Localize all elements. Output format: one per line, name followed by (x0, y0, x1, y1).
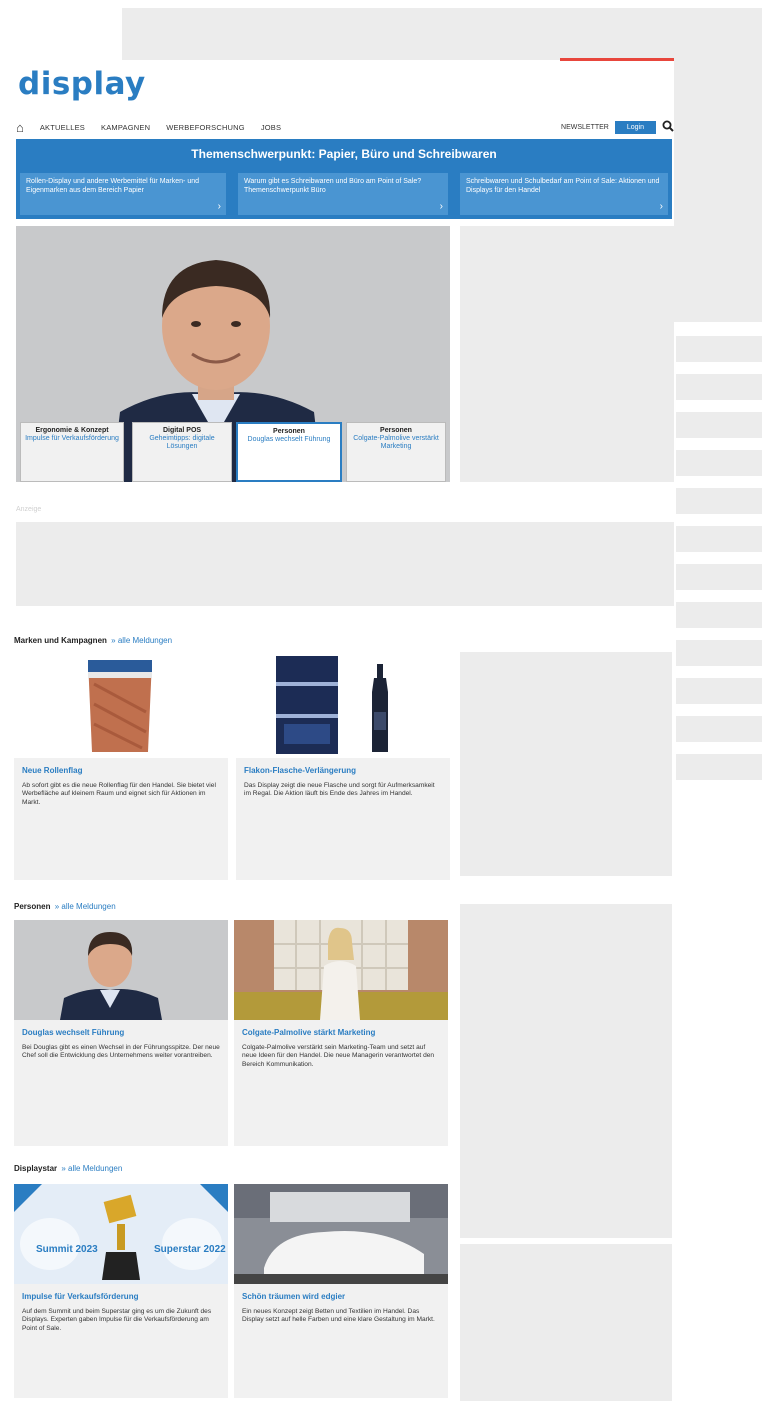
article-teaser: Auf dem Summit und beim Superstar ging e… (22, 1308, 212, 1332)
skyscraper-stripe (676, 716, 762, 742)
skyscraper-stripe (676, 450, 762, 476)
skyscraper-stripe (676, 412, 762, 438)
nav-item-werbeforschung[interactable]: Werbeforschung (166, 123, 245, 132)
chevron-right-icon: › (439, 201, 443, 212)
hero-tab-active[interactable]: Personen Douglas wechselt Führung (236, 422, 342, 482)
article-image (234, 920, 448, 1020)
sidebar-ad[interactable] (460, 904, 672, 1238)
skyscraper-stripe (676, 374, 762, 400)
all-news-link[interactable]: » alle Meldungen (61, 1164, 122, 1173)
section-heading-people: Personen » alle Meldungen (14, 902, 116, 911)
article-title[interactable]: Douglas wechselt Führung (14, 1020, 228, 1038)
section-heading-displaystar: Displaystar » alle Meldungen (14, 1164, 122, 1173)
ad-accent-line (560, 58, 674, 61)
hero-tab[interactable]: Personen Colgate-Palmolive verstärkt Mar… (346, 422, 446, 482)
all-news-link[interactable]: » alle Meldungen (111, 636, 172, 645)
focus-topic-bar: Themenschwerpunkt: Papier, Büro und Schr… (16, 139, 672, 219)
hero-tab-kicker: Digital POS (162, 427, 202, 434)
section-heading-campaigns: Marken und Kampagnen » alle Meldungen (14, 636, 172, 645)
section-title: Marken und Kampagnen (14, 636, 107, 645)
nav-item-jobs[interactable]: Jobs (261, 123, 281, 132)
skyscraper-stripe (676, 678, 762, 704)
skyscraper-stripe (676, 564, 762, 590)
article-title[interactable]: Colgate-Palmolive stärkt Marketing (234, 1020, 448, 1038)
nav-item-kampagnen[interactable]: Kampagnen (101, 123, 150, 132)
skyscraper-ad[interactable] (674, 60, 762, 322)
article-image (236, 652, 450, 758)
login-button[interactable]: Login (614, 120, 656, 134)
article-teaser: Ein neues Konzept zeigt Betten und Texti… (242, 1308, 435, 1324)
article-card[interactable]: Neue Rollenflag Ab sofort gibt es die ne… (14, 652, 228, 880)
skyscraper-stripe (676, 602, 762, 628)
article-card[interactable]: Flakon-Flasche-Verlängerung Das Display … (236, 652, 450, 880)
focus-topic-box-text: Warum gibt es Schreibwaren und Büro am P… (244, 178, 422, 194)
article-title[interactable]: Schön träumen wird edgier (234, 1284, 448, 1302)
article-card[interactable]: Schön träumen wird edgier Ein neues Konz… (234, 1184, 448, 1398)
article-teaser: Bei Douglas gibt es einen Wechsel in der… (22, 1044, 220, 1060)
section-title: Personen (14, 902, 51, 911)
chevron-right-icon: › (217, 201, 221, 212)
skyscraper-stripe (676, 336, 762, 362)
article-title[interactable]: Flakon-Flasche-Verlängerung (236, 758, 450, 776)
skyscraper-stripe (676, 640, 762, 666)
article-image (14, 920, 228, 1020)
article-title[interactable]: Impulse für Verkaufsförderung (14, 1284, 228, 1302)
focus-topic-box[interactable]: Rollen-Display und andere Werbemittel fü… (20, 173, 226, 215)
focus-topic-title[interactable]: Themenschwerpunkt: Papier, Büro und Schr… (16, 147, 672, 161)
sidebar-ad[interactable] (460, 1244, 672, 1401)
hero-tab-kicker: Personen (273, 428, 305, 435)
hero-slider[interactable]: Ergonomie & Konzept Impulse für Verkaufs… (16, 226, 450, 482)
top-ad-banner[interactable] (122, 8, 762, 60)
newsletter-link[interactable]: Newsletter (561, 124, 609, 131)
focus-topic-box-text: Schreibwaren und Schulbedarf am Point of… (466, 178, 660, 194)
skyscraper-stripe (676, 488, 762, 514)
skyscraper-stripe (676, 526, 762, 552)
hero-tab-kicker: Personen (380, 427, 412, 434)
site-logo[interactable]: display (18, 66, 146, 102)
focus-topic-box[interactable]: Warum gibt es Schreibwaren und Büro am P… (238, 173, 448, 215)
focus-topic-box[interactable]: Schreibwaren und Schulbedarf am Point of… (460, 173, 668, 215)
article-title[interactable]: Neue Rollenflag (14, 758, 228, 776)
article-card[interactable]: Summit 2023 Superstar 2022 Impulse für V… (14, 1184, 228, 1398)
all-news-link[interactable]: » alle Meldungen (55, 902, 116, 911)
article-teaser: Colgate-Palmolive verstärkt sein Marketi… (242, 1044, 435, 1068)
superstar-badge: Superstar 2022 (154, 1244, 226, 1255)
hero-tab-headline: Colgate-Palmolive verstärkt Marketing (353, 435, 439, 450)
rectangle-ad[interactable] (460, 226, 674, 482)
ad-label: Anzeige (16, 506, 42, 513)
hero-tab-headline: Impulse für Verkaufsförderung (25, 435, 119, 442)
article-image: Summit 2023 Superstar 2022 (14, 1184, 228, 1284)
search-icon[interactable] (662, 120, 674, 134)
article-image (234, 1184, 448, 1284)
article-image (14, 652, 228, 758)
sidebar-ad[interactable] (460, 652, 672, 876)
focus-topic-box-text: Rollen-Display und andere Werbemittel fü… (26, 178, 200, 194)
chevron-right-icon: › (659, 201, 663, 212)
section-title: Displaystar (14, 1164, 58, 1173)
summit-badge: Summit 2023 (36, 1244, 98, 1255)
article-teaser: Das Display zeigt die neue Flasche und s… (244, 782, 435, 798)
home-icon[interactable]: ⌂ (16, 121, 24, 134)
article-card[interactable]: Douglas wechselt Führung Bei Douglas gib… (14, 920, 228, 1146)
hero-tab-headline: Geheimtipps: digitale Lösungen (149, 435, 215, 450)
hero-tab-kicker: Ergonomie & Konzept (35, 427, 109, 434)
skyscraper-stripe (676, 754, 762, 780)
nav-item-aktuelles[interactable]: Aktuelles (40, 123, 85, 132)
hero-tab[interactable]: Ergonomie & Konzept Impulse für Verkaufs… (20, 422, 124, 482)
article-teaser: Ab sofort gibt es die neue Rollenflag fü… (22, 782, 216, 806)
hero-tab-headline: Douglas wechselt Führung (247, 436, 331, 443)
hero-tab[interactable]: Digital POS Geheimtipps: digitale Lösung… (132, 422, 232, 482)
billboard-ad[interactable] (16, 522, 674, 606)
article-card[interactable]: Colgate-Palmolive stärkt Marketing Colga… (234, 920, 448, 1146)
main-nav: ⌂ Aktuelles Kampagnen Werbeforschung Job… (16, 118, 674, 136)
